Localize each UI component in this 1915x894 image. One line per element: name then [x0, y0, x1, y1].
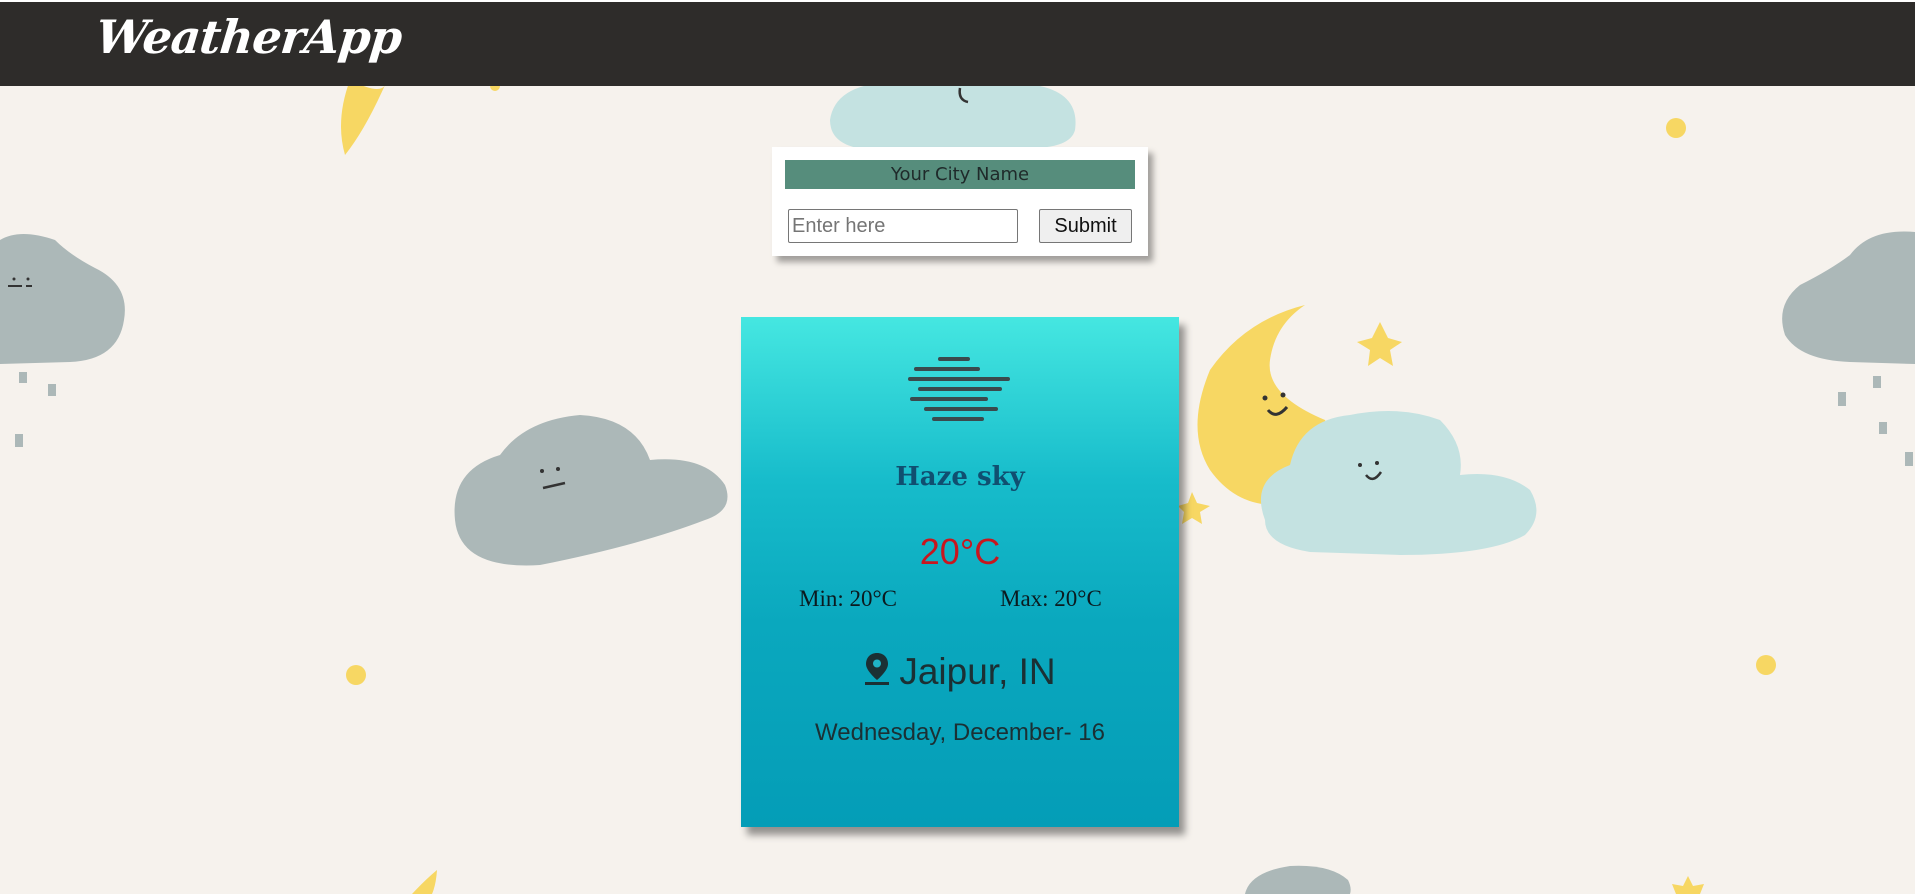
cloud-icon — [830, 77, 1076, 150]
cloud-icon — [1782, 231, 1915, 364]
moon-icon — [341, 80, 385, 155]
city-search-panel: Your City Name Submit — [772, 147, 1148, 256]
cloud-icon — [1245, 865, 1351, 894]
haze-icon — [908, 357, 1010, 421]
current-date: Wednesday, December- 16 — [815, 719, 1105, 746]
cloud-icon — [0, 234, 125, 364]
moon-icon — [412, 870, 437, 894]
raindrop-icon — [15, 372, 56, 447]
search-heading: Your City Name — [785, 160, 1135, 189]
star-icon — [1672, 876, 1704, 894]
dot-icon — [1756, 655, 1776, 675]
raindrop-icon — [1838, 376, 1913, 466]
location: Jaipur, IN — [741, 651, 1179, 693]
min-temperature: Min: 20°C — [799, 586, 898, 611]
dot-icon — [1666, 118, 1686, 138]
submit-button[interactable]: Submit — [1039, 209, 1132, 243]
cloud-icon — [454, 415, 728, 566]
star-icon — [1178, 492, 1210, 524]
star-icon — [1357, 322, 1402, 366]
city-input[interactable] — [788, 209, 1018, 243]
location-name: Jaipur, IN — [899, 651, 1056, 692]
map-pin-icon — [865, 653, 890, 685]
weather-card: Haze sky 20°C Min: 20°C Max: 20°C Jaipur… — [741, 317, 1179, 827]
weather-condition: Haze sky — [895, 462, 1025, 492]
dot-icon — [346, 665, 366, 685]
app-logo[interactable]: WeatherApp — [93, 10, 404, 64]
current-temperature: 20°C — [919, 531, 1001, 572]
max-temperature: Max: 20°C — [1000, 586, 1102, 611]
top-navbar: WeatherApp — [0, 0, 1915, 86]
